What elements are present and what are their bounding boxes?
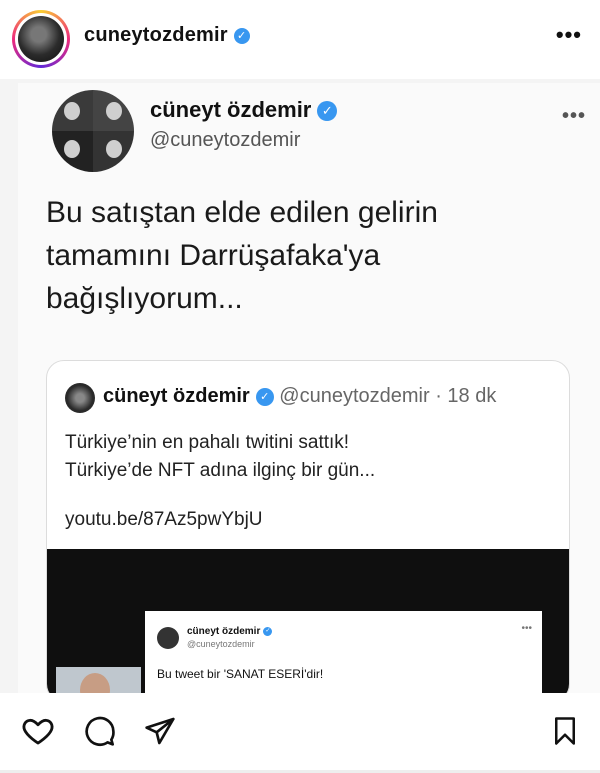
quoted-time: · 18 dk <box>435 385 497 407</box>
verified-icon: ✓ <box>317 101 338 122</box>
tweet-more-icon: ••• <box>561 105 586 127</box>
post-media: cüneyt özdemir ✓ @cuneytozdemir ••• Bu sa… <box>0 79 600 693</box>
quoted-meta: cüneyt özdemir ✓ @cuneytozdemir · 18 dk <box>103 385 496 408</box>
tweet-card: cüneyt özdemir ✓ @cuneytozdemir ••• Bu sa… <box>18 83 600 693</box>
tweet-author-handle: @cuneytozdemir <box>150 129 301 151</box>
profile-avatar[interactable] <box>12 10 70 68</box>
bookmark-icon[interactable] <box>545 711 585 751</box>
tweet-text-line: bağışlıyorum... <box>46 282 243 315</box>
tweet-avatar <box>52 90 134 172</box>
tweet-text-line: tamamını Darrüşafaka'ya <box>46 239 381 272</box>
embedded-avatar <box>157 627 179 649</box>
embedded-tweet: cüneyt özdemir ✓ @cuneytozdemir ••• Bu tw… <box>145 611 542 693</box>
tweet-text-line: Bu satıştan elde edilen gelirin <box>46 196 438 229</box>
post-actions <box>0 693 600 773</box>
quoted-text-line: Türkiye’nin en pahalı twitini sattık! <box>65 432 350 453</box>
profile-username[interactable]: cuneytozdemir ✓ <box>84 24 250 47</box>
quoted-text-line: Türkiye’de NFT adına ilginç bir gün... <box>65 460 376 481</box>
embedded-author-name: cüneyt özdemir ✓ <box>187 626 273 637</box>
tweet-author-name: cüneyt özdemir ✓ <box>150 97 338 123</box>
quoted-link: youtu.be/87Az5pwYbjU <box>65 509 263 530</box>
send-icon[interactable] <box>140 711 180 751</box>
heart-icon[interactable] <box>18 711 58 751</box>
verified-icon: ✓ <box>233 27 250 44</box>
comment-icon[interactable] <box>80 711 120 751</box>
quoted-tweet: cüneyt özdemir ✓ @cuneytozdemir · 18 dk T… <box>46 360 570 693</box>
quoted-author-handle: @cuneytozdemir <box>279 385 430 407</box>
verified-icon: ✓ <box>263 626 273 636</box>
embedded-author-name-text: cüneyt özdemir <box>187 626 261 637</box>
tweet-author-name-text: cüneyt özdemir <box>150 97 312 122</box>
video-person-thumbnail <box>56 667 141 693</box>
quoted-text: Türkiye’nin en pahalı twitini sattık! Tü… <box>65 429 375 485</box>
video-preview: cüneyt özdemir ✓ @cuneytozdemir ••• Bu tw… <box>47 549 569 693</box>
verified-icon: ✓ <box>255 387 274 406</box>
embedded-text: Bu tweet bir 'SANAT ESERİ'dir! <box>157 667 324 681</box>
tweet-text: Bu satıştan elde edilen gelirin tamamını… <box>46 191 566 320</box>
quoted-avatar <box>65 383 95 413</box>
more-options-icon[interactable]: ••• <box>556 22 582 48</box>
embedded-author-handle: @cuneytozdemir <box>187 639 255 649</box>
embedded-more-icon: ••• <box>521 623 532 634</box>
username-text[interactable]: cuneytozdemir <box>84 24 228 46</box>
post-header: cuneytozdemir ✓ ••• <box>0 0 600 78</box>
quoted-author-name: cüneyt özdemir <box>103 385 250 407</box>
